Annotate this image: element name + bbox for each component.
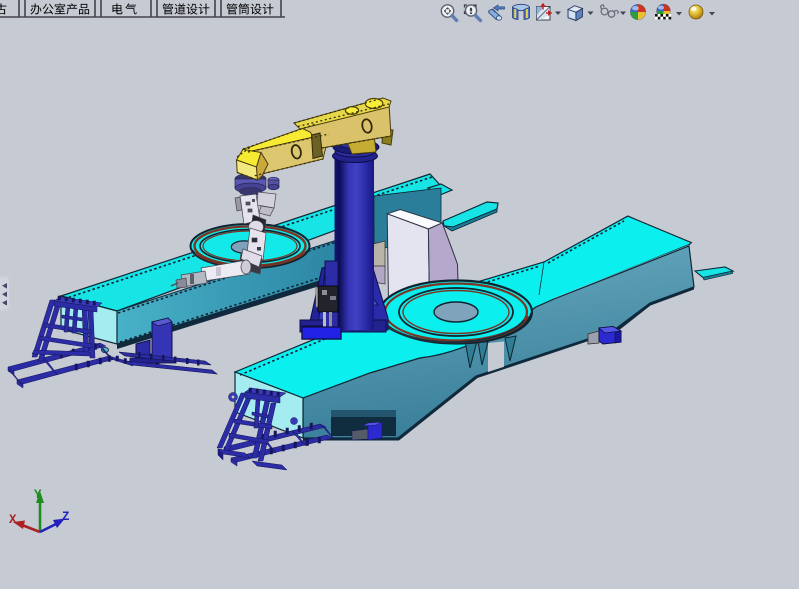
svg-text:Z: Z: [62, 510, 70, 524]
svg-text:X: X: [9, 513, 17, 527]
svg-text:Y: Y: [34, 488, 42, 502]
